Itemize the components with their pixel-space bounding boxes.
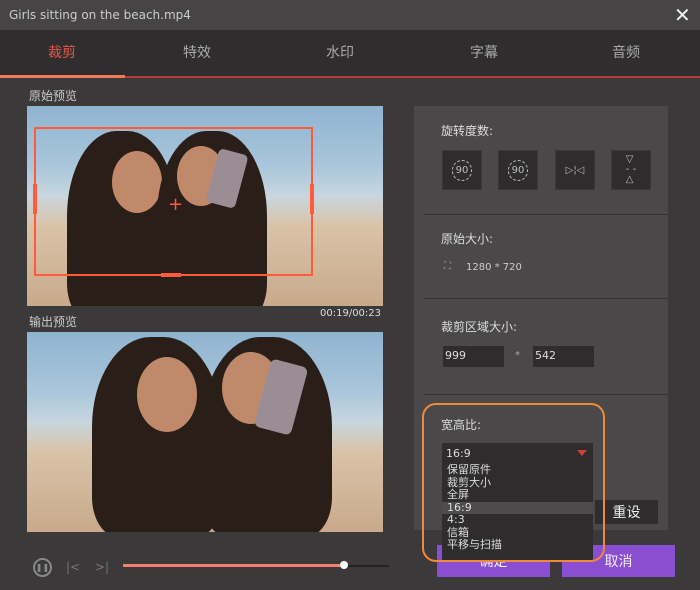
- crop-center-icon[interactable]: +: [168, 194, 183, 215]
- pause-button[interactable]: ❚❚: [33, 558, 52, 577]
- next-frame-button[interactable]: >|: [95, 560, 109, 574]
- progress-fill: [123, 564, 344, 567]
- crop-size-label: 裁剪区域大小:: [441, 320, 518, 334]
- tab-crop[interactable]: 裁剪: [0, 42, 132, 62]
- original-size-value: 1280 * 720: [466, 262, 522, 273]
- rotate-right-button[interactable]: 90: [498, 150, 538, 190]
- progress-handle[interactable]: [339, 561, 348, 569]
- active-tab-indicator: [0, 75, 125, 78]
- tab-bar: 裁剪 特效 水印 字幕 音频: [0, 30, 700, 76]
- highlight-annotation: [422, 403, 605, 562]
- window-title: Girls sitting on the beach.mp4: [9, 8, 191, 22]
- time-readout: 00:19/00:23: [320, 308, 382, 319]
- output-preview-label: 输出预览: [29, 315, 78, 329]
- expand-icon: ⛶: [444, 261, 451, 272]
- original-preview-label: 原始预览: [29, 89, 78, 103]
- crop-size-separator: *: [515, 350, 520, 361]
- original-size-label: 原始大小:: [441, 232, 494, 246]
- crop-rectangle[interactable]: +: [33, 127, 314, 277]
- close-icon[interactable]: ✕: [674, 3, 691, 27]
- crop-height-input[interactable]: 542: [533, 346, 594, 367]
- output-video: [27, 332, 383, 532]
- tab-subtitle[interactable]: 字幕: [414, 42, 554, 62]
- flip-horizontal-icon: ▷¦◁: [565, 164, 585, 176]
- rotation-label: 旋转度数:: [441, 124, 494, 138]
- previous-frame-button[interactable]: |<: [66, 560, 80, 574]
- flip-vertical-button[interactable]: ▽ - - △: [611, 150, 651, 190]
- divider: [424, 214, 668, 215]
- flip-vertical-icon: ▽ - - △: [625, 154, 637, 185]
- flip-horizontal-button[interactable]: ▷¦◁: [555, 150, 595, 190]
- tab-effects[interactable]: 特效: [127, 42, 267, 62]
- tab-watermark[interactable]: 水印: [270, 42, 410, 62]
- divider: [424, 298, 668, 299]
- rotate-right-icon: 90: [507, 159, 529, 181]
- tab-audio[interactable]: 音频: [556, 42, 696, 62]
- rotate-left-button[interactable]: 90: [442, 150, 482, 190]
- rotate-left-icon: 90: [451, 159, 473, 181]
- crop-width-input[interactable]: 999: [443, 346, 504, 367]
- divider: [424, 394, 668, 395]
